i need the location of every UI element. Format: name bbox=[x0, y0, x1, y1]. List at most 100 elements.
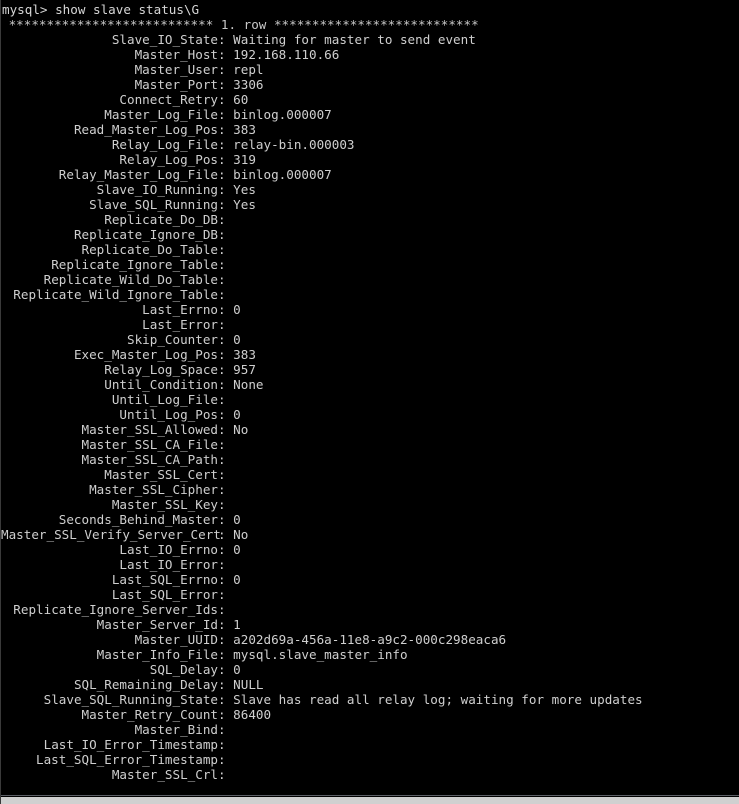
status-field-value: 0 bbox=[233, 542, 241, 557]
status-field-row: Seconds_Behind_Master: 0 bbox=[1, 512, 739, 527]
command-prompt-line: mysql> show slave status\G bbox=[2, 2, 200, 17]
status-field-label: Last_Errno bbox=[142, 302, 218, 317]
status-field-label: Master_UUID bbox=[134, 632, 218, 647]
status-field-label: Last_SQL_Error_Timestamp bbox=[36, 752, 218, 767]
status-field-value: repl bbox=[233, 62, 264, 77]
status-field-label: Master_SSL_CA_File bbox=[81, 437, 218, 452]
status-field-label: SQL_Remaining_Delay bbox=[73, 677, 218, 692]
status-field-row: Relay_Master_Log_File: binlog.000007 bbox=[1, 167, 739, 182]
status-field-row: Master_SSL_Verify_Server_Cert: No bbox=[1, 527, 739, 542]
status-field-value: a202d69a-456a-11e8-a9c2-000c298eaca6 bbox=[233, 632, 507, 647]
status-field-colon: : bbox=[218, 332, 234, 347]
status-field-row: Replicate_Ignore_Table: bbox=[1, 257, 739, 272]
status-field-value: 3306 bbox=[233, 77, 264, 92]
status-field-row: Until_Log_Pos: 0 bbox=[1, 407, 739, 422]
status-field-row: Replicate_Wild_Ignore_Table: bbox=[1, 287, 739, 302]
status-field-row: Connect_Retry: 60 bbox=[1, 92, 739, 107]
status-field-row: Last_Errno: 0 bbox=[1, 302, 739, 317]
status-field-label: Replicate_Ignore_Table bbox=[51, 257, 218, 272]
status-field-label: Replicate_Do_Table bbox=[81, 242, 218, 257]
status-field-label: Master_User bbox=[134, 62, 218, 77]
status-field-row: Master_SSL_Allowed: No bbox=[1, 422, 739, 437]
status-field-label: Last_SQL_Error bbox=[111, 587, 218, 602]
status-field-colon: : bbox=[218, 692, 234, 707]
status-field-colon: : bbox=[218, 437, 234, 452]
status-field-row: Master_SSL_Cipher: bbox=[1, 482, 739, 497]
status-field-colon: : bbox=[218, 47, 234, 62]
status-field-value: 0 bbox=[233, 332, 241, 347]
status-field-label: Skip_Counter bbox=[127, 332, 218, 347]
status-field-label: Relay_Log_File bbox=[111, 137, 218, 152]
status-field-value: relay-bin.000003 bbox=[233, 137, 355, 152]
status-field-colon: : bbox=[218, 467, 234, 482]
status-field-colon: : bbox=[218, 527, 234, 542]
status-field-value: 0 bbox=[233, 302, 241, 317]
status-field-row: Replicate_Wild_Do_Table: bbox=[1, 272, 739, 287]
status-field-label: Relay_Log_Space bbox=[104, 362, 218, 377]
status-field-colon: : bbox=[218, 287, 234, 302]
status-field-row: Replicate_Do_Table: bbox=[1, 242, 739, 257]
status-field-row: Last_IO_Error: bbox=[1, 557, 739, 572]
status-field-label: Master_SSL_Cert bbox=[104, 467, 218, 482]
status-field-label: Exec_Master_Log_Pos bbox=[73, 347, 218, 362]
status-field-row: Master_SSL_Crl: bbox=[1, 767, 739, 782]
status-field-label: Relay_Master_Log_File bbox=[58, 167, 218, 182]
terminal-screen[interactable]: mysql> show slave status\G *************… bbox=[1, 0, 739, 796]
status-field-value: 192.168.110.66 bbox=[233, 47, 340, 62]
status-field-colon: : bbox=[218, 62, 234, 77]
status-field-value: Slave has read all relay log; waiting fo… bbox=[233, 692, 643, 707]
status-field-label: Replicate_Wild_Ignore_Table bbox=[13, 287, 218, 302]
row-separator-line: *************************** 1. row *****… bbox=[1, 17, 479, 32]
horizontal-scrollbar[interactable] bbox=[1, 797, 739, 804]
status-field-value: 383 bbox=[233, 122, 256, 137]
status-field-label: Last_Error bbox=[142, 317, 218, 332]
status-field-row: Relay_Log_Space: 957 bbox=[1, 362, 739, 377]
status-field-colon: : bbox=[218, 302, 234, 317]
status-field-colon: : bbox=[218, 137, 234, 152]
status-field-colon: : bbox=[218, 737, 234, 752]
status-field-value: 0 bbox=[233, 407, 241, 422]
status-field-label: Last_IO_Error bbox=[119, 557, 218, 572]
status-field-value: 60 bbox=[233, 92, 249, 107]
status-field-colon: : bbox=[218, 32, 234, 47]
status-field-colon: : bbox=[218, 347, 234, 362]
status-field-value: Yes bbox=[233, 182, 256, 197]
status-field-row: Master_Port: 3306 bbox=[1, 77, 739, 92]
horizontal-scrollbar-thumb[interactable] bbox=[1, 797, 739, 804]
status-field-colon: : bbox=[218, 257, 234, 272]
status-field-value: NULL bbox=[233, 677, 264, 692]
status-field-label: Slave_SQL_Running bbox=[89, 197, 218, 212]
status-field-row: Slave_IO_State: Waiting for master to se… bbox=[1, 32, 739, 47]
slave-status-field-list: Slave_IO_State: Waiting for master to se… bbox=[1, 32, 739, 782]
status-field-label: Replicate_Wild_Do_Table bbox=[43, 272, 218, 287]
status-field-colon: : bbox=[218, 377, 234, 392]
status-field-label: Slave_IO_State bbox=[111, 32, 218, 47]
status-field-row: Master_User: repl bbox=[1, 62, 739, 77]
status-field-colon: : bbox=[218, 422, 234, 437]
status-field-colon: : bbox=[218, 512, 234, 527]
status-field-row: Skip_Counter: 0 bbox=[1, 332, 739, 347]
status-field-row: Last_SQL_Error: bbox=[1, 587, 739, 602]
status-field-value: 0 bbox=[233, 512, 241, 527]
status-field-colon: : bbox=[218, 407, 234, 422]
status-field-label: Replicate_Ignore_Server_Ids bbox=[13, 602, 218, 617]
status-field-label: Master_SSL_Allowed bbox=[81, 422, 218, 437]
terminal-window[interactable]: mysql> show slave status\G *************… bbox=[0, 0, 739, 804]
status-field-row: Relay_Log_Pos: 319 bbox=[1, 152, 739, 167]
status-field-row: Master_Host: 192.168.110.66 bbox=[1, 47, 739, 62]
status-field-colon: : bbox=[218, 497, 234, 512]
status-field-row: Master_Log_File: binlog.000007 bbox=[1, 107, 739, 122]
status-field-value: mysql.slave_master_info bbox=[233, 647, 408, 662]
status-field-row: SQL_Remaining_Delay: NULL bbox=[1, 677, 739, 692]
status-field-colon: : bbox=[218, 92, 234, 107]
status-field-label: Master_Bind bbox=[134, 722, 218, 737]
status-field-label: Last_SQL_Errno bbox=[111, 572, 218, 587]
status-field-row: Read_Master_Log_Pos: 383 bbox=[1, 122, 739, 137]
status-field-row: Slave_SQL_Running_State: Slave has read … bbox=[1, 692, 739, 707]
status-field-label: Master_SSL_Verify_Server_Cert bbox=[1, 527, 221, 542]
status-field-label: Replicate_Ignore_DB bbox=[73, 227, 218, 242]
status-field-row: Relay_Log_File: relay-bin.000003 bbox=[1, 137, 739, 152]
status-field-row: Replicate_Do_DB: bbox=[1, 212, 739, 227]
status-field-colon: : bbox=[218, 122, 234, 137]
status-field-label: Master_Log_File bbox=[104, 107, 218, 122]
